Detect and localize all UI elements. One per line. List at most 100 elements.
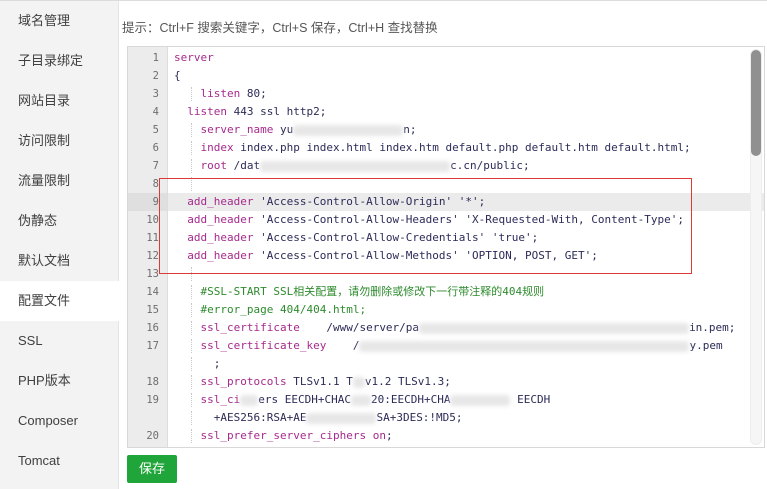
syntax-text: y.pem (689, 339, 722, 352)
sidebar-item-subdir[interactable]: 子目录绑定 (0, 41, 118, 81)
syntax-keyword: ssl_certificate (201, 321, 300, 334)
sidebar-item-php[interactable]: PHP版本 (0, 361, 118, 401)
sidebar-item-traffic[interactable]: 流量限制 (0, 161, 118, 201)
code-text[interactable]: add_header 'Access-Control-Allow-Methods… (168, 247, 764, 265)
code-line[interactable]: 3 listen 80; (128, 85, 764, 103)
sidebar-item-tomcat[interactable]: Tomcat (0, 441, 118, 481)
syntax-text (174, 321, 201, 334)
code-text[interactable]: server (168, 49, 764, 67)
sidebar-item-composer[interactable]: Composer (0, 401, 118, 441)
syntax-text (174, 393, 201, 406)
code-text[interactable]: add_header 'Access-Control-Allow-Credent… (168, 229, 764, 247)
redacted-blur (260, 161, 450, 172)
code-text[interactable]: listen 80; (168, 85, 764, 103)
line-number: 10 (128, 211, 168, 229)
code-text[interactable]: index index.php index.html index.htm def… (168, 139, 764, 157)
syntax-keyword: listen (201, 87, 241, 100)
syntax-text: 'Access-Control-Allow-Headers' 'X-Reques… (253, 213, 683, 226)
code-line[interactable]: 11 add_header 'Access-Control-Allow-Cred… (128, 229, 764, 247)
save-button[interactable]: 保存 (127, 455, 177, 483)
code-line[interactable]: 19 ssl_ciers EECDH+CHAC20:EECDH+CHA EECD… (128, 391, 764, 409)
line-number: 2 (128, 67, 168, 85)
code-line[interactable]: 13 (128, 265, 764, 283)
line-number: 8 (128, 175, 168, 193)
syntax-keyword: add_header (187, 231, 253, 244)
code-text[interactable]: add_header 'Access-Control-Allow-Headers… (168, 211, 764, 229)
syntax-text: ers EECDH+CHAC (258, 393, 351, 406)
code-line[interactable]: 10 add_header 'Access-Control-Allow-Head… (128, 211, 764, 229)
syntax-text: yu (273, 123, 293, 136)
code-text[interactable]: root /datc.cn/public; (168, 157, 764, 175)
code-text[interactable]: ssl_ciers EECDH+CHAC20:EECDH+CHA EECDH (168, 391, 764, 409)
syntax-text: c.cn/public; (450, 159, 529, 172)
sidebar-item-sitedir[interactable]: 网站目录 (0, 81, 118, 121)
code-text[interactable]: #error_page 404/404.html; (168, 301, 764, 319)
redacted-blur (306, 413, 376, 424)
syntax-text: 20:EECDH+CHA (371, 393, 450, 406)
code-text[interactable]: +AES256:RSA+AESA+3DES:!MD5; (168, 409, 764, 427)
editor-scrollbar[interactable] (750, 49, 762, 445)
syntax-text: /www/server/pa (300, 321, 419, 334)
syntax-text (174, 105, 187, 118)
code-line[interactable]: ; (128, 355, 764, 373)
code-text[interactable] (168, 175, 764, 193)
code-line[interactable]: 2{ (128, 67, 764, 85)
syntax-text: 'Access-Control-Allow-Credentials' 'true… (253, 231, 538, 244)
scrollbar-thumb[interactable] (751, 50, 761, 156)
redacted-blur (359, 341, 689, 352)
code-text[interactable]: ssl_certificate /www/server/pain.pem; (168, 319, 764, 337)
sidebar-item-access[interactable]: 访问限制 (0, 121, 118, 161)
code-line[interactable]: 12 add_header 'Access-Control-Allow-Meth… (128, 247, 764, 265)
syntax-keyword: server_name (201, 123, 274, 136)
syntax-text (174, 213, 187, 226)
code-line[interactable]: 20 ssl_prefer_server_ciphers on; (128, 427, 764, 445)
code-text[interactable]: server_name yu n; (168, 121, 764, 139)
code-line[interactable]: +AES256:RSA+AESA+3DES:!MD5; (128, 409, 764, 427)
line-number: 6 (128, 139, 168, 157)
code-line[interactable]: 18 ssl_protocols TLSv1.1 Tv1.2 TLSv1.3; (128, 373, 764, 391)
code-text[interactable]: listen 443 ssl http2; (168, 103, 764, 121)
redacted-blur (351, 395, 371, 406)
syntax-text: ; (386, 429, 393, 442)
code-text[interactable]: ssl_prefer_server_ciphers on; (168, 427, 764, 445)
code-line[interactable]: 17 ssl_certificate_key /y.pem (128, 337, 764, 355)
redacted-blur (240, 395, 258, 406)
sidebar-item-rewrite[interactable]: 伪静态 (0, 201, 118, 241)
code-text[interactable]: ssl_certificate_key /y.pem (168, 337, 764, 355)
code-line[interactable]: 15 #error_page 404/404.html; (128, 301, 764, 319)
code-line[interactable]: 7 root /datc.cn/public; (128, 157, 764, 175)
code-line-active[interactable]: 9 add_header 'Access-Control-Allow-Origi… (128, 193, 764, 211)
code-line[interactable]: 14 #SSL-START SSL相关配置，请勿删除或修改下一行带注释的404规… (128, 283, 764, 301)
redacted-blur (353, 377, 365, 388)
syntax-text: EECDH (510, 393, 550, 406)
code-text[interactable] (168, 265, 764, 283)
code-line[interactable]: 8 (128, 175, 764, 193)
config-file-editor[interactable]: 1server2{3 listen 80;4 listen 443 ssl ht… (127, 46, 765, 448)
syntax-text (174, 195, 187, 208)
redacted-blur (450, 395, 510, 406)
syntax-keyword: index (201, 141, 234, 154)
code-text[interactable]: ssl_protocols TLSv1.1 Tv1.2 TLSv1.3; (168, 373, 764, 391)
code-line[interactable]: 16 ssl_certificate /www/server/pain.pem; (128, 319, 764, 337)
sidebar-item-config-file[interactable]: 配置文件 (0, 281, 119, 321)
line-number: 13 (128, 265, 168, 283)
syntax-text: 443 ssl http2; (227, 105, 326, 118)
code-text[interactable]: #SSL-START SSL相关配置，请勿删除或修改下一行带注释的404规则 (168, 283, 764, 301)
sidebar-item-default-doc[interactable]: 默认文档 (0, 241, 118, 281)
syntax-keyword: server (174, 51, 214, 64)
code-line[interactable]: 5 server_name yun; (128, 121, 764, 139)
sidebar-item-ssl[interactable]: SSL (0, 321, 118, 361)
line-number: 3 (128, 85, 168, 103)
code-text[interactable]: ; (168, 355, 764, 373)
code-text[interactable]: add_header 'Access-Control-Allow-Origin'… (168, 193, 764, 211)
code-rows[interactable]: 1server2{3 listen 80;4 listen 443 ssl ht… (128, 49, 764, 445)
line-number: 15 (128, 301, 168, 319)
sidebar-item-domain[interactable]: 域名管理 (0, 1, 118, 41)
code-line[interactable]: 4 listen 443 ssl http2; (128, 103, 764, 121)
syntax-keyword: on (373, 429, 386, 442)
syntax-text (174, 123, 201, 136)
code-line[interactable]: 1server (128, 49, 764, 67)
syntax-text: n; (403, 123, 416, 136)
code-text[interactable]: { (168, 67, 764, 85)
code-line[interactable]: 6 index index.php index.html index.htm d… (128, 139, 764, 157)
